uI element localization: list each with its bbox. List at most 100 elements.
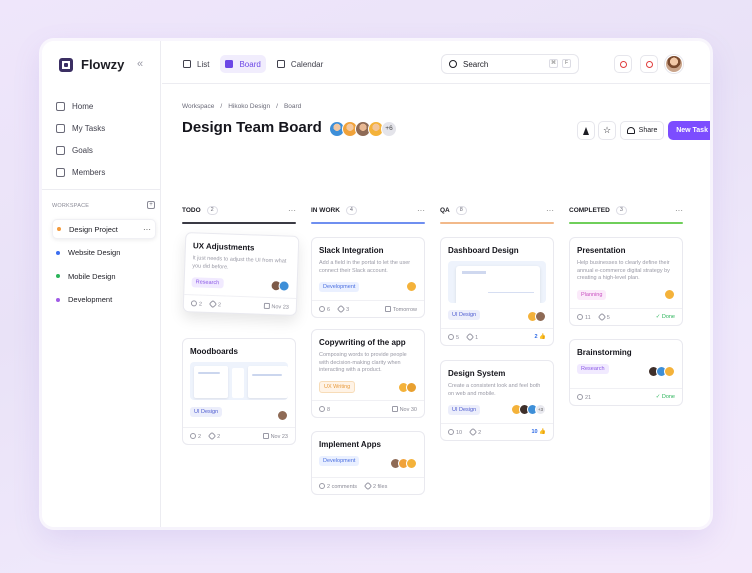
calendar-icon: [262, 432, 269, 439]
check-square-icon: [56, 123, 65, 133]
more-icon[interactable]: ···: [288, 206, 296, 215]
column-title: IN WORK: [311, 206, 340, 214]
chevrons-left-icon[interactable]: «: [137, 58, 143, 70]
sidebar: Flowzy « Home My Tasks Goals Members WOR…: [42, 41, 161, 527]
comment-count: 2 comments: [319, 482, 357, 490]
card-footer: 6 3 Tomorrow: [312, 300, 424, 317]
comment-icon: [577, 313, 583, 320]
sidebar-item-home[interactable]: Home: [56, 95, 156, 117]
link-icon: [208, 299, 218, 308]
project-item-website-design[interactable]: Website Design: [52, 243, 156, 263]
comment-icon: [319, 482, 325, 489]
sidebar-item-label: Members: [72, 167, 106, 177]
task-card-moodboards[interactable]: Moodboards UI Design 2 2 Nov 23: [182, 338, 296, 445]
star-icon: ☆: [602, 125, 612, 135]
tag: Planning: [577, 289, 607, 300]
card-description: Composing words to provide people with d…: [319, 352, 407, 373]
column-accent-line: [311, 222, 425, 224]
more-icon[interactable]: ···: [675, 206, 683, 215]
avatar: [406, 382, 417, 393]
notifications-button[interactable]: [640, 55, 658, 73]
card-title: Implement Apps: [319, 440, 381, 449]
tag: UX Writing: [319, 380, 356, 393]
search-input[interactable]: Search ⌘ F: [441, 54, 579, 74]
sidebar-item-my-tasks[interactable]: My Tasks: [56, 117, 156, 139]
tab-label: Board: [239, 59, 261, 69]
logo[interactable]: Flowzy: [59, 57, 124, 72]
breadcrumb-item[interactable]: Hikoko Design: [228, 103, 270, 110]
tab-list[interactable]: List: [178, 55, 214, 73]
card-footer: 2 comments 2 files: [312, 477, 424, 494]
add-project-icon[interactable]: +: [147, 201, 155, 209]
project-item-mobile-design[interactable]: Mobile Design: [52, 266, 156, 286]
breadcrumb-item[interactable]: Board: [284, 103, 301, 110]
file-count: 2 files: [363, 481, 387, 490]
project-color-dot: [56, 297, 60, 302]
comment-count: 8: [319, 405, 330, 413]
card-footer: 5 1 2 👍: [441, 328, 553, 345]
avatar: [535, 311, 546, 322]
card-assignees: [398, 382, 417, 393]
users-icon: [626, 127, 635, 134]
due-date: Nov 23: [262, 432, 288, 440]
record-button[interactable]: [614, 55, 632, 73]
record-icon: [619, 60, 627, 68]
new-task-button[interactable]: New Task +: [668, 121, 710, 140]
column-header: TODO 2 ···: [182, 203, 296, 217]
card-footer: 8 Nov 30: [312, 400, 424, 417]
avatar: [278, 280, 290, 292]
tag: UI Design: [448, 310, 481, 320]
project-item-design-project[interactable]: Design Project ···: [52, 219, 156, 239]
link-icon: [465, 332, 475, 341]
column-header: QA 8 ···: [440, 203, 554, 217]
task-card-ux-adjustments[interactable]: UX Adjustments It just needs to adjust t…: [182, 232, 300, 316]
automation-button[interactable]: [577, 121, 595, 140]
share-label: Share: [638, 127, 658, 134]
more-icon[interactable]: ···: [417, 206, 425, 215]
like-count[interactable]: 2 👍: [535, 334, 546, 340]
member-avatars[interactable]: +6: [329, 121, 397, 137]
project-item-development[interactable]: Development: [52, 290, 156, 310]
sidebar-item-members[interactable]: Members: [56, 161, 156, 183]
more-icon[interactable]: ···: [546, 206, 554, 215]
task-card-copywriting[interactable]: Copywriting of the app Composing words t…: [311, 329, 425, 418]
app-name: Flowzy: [81, 57, 125, 72]
card-assignees: +3: [511, 404, 546, 415]
share-button[interactable]: Share: [620, 121, 664, 140]
avatar[interactable]: [665, 55, 683, 73]
divider: [42, 189, 161, 190]
link-count: 3: [336, 304, 349, 313]
sidebar-item-goals[interactable]: Goals: [56, 139, 156, 161]
card-title: Presentation: [577, 246, 626, 255]
task-card-implement-apps[interactable]: Implement Apps Development 2 comments 2 …: [311, 431, 425, 495]
tab-board[interactable]: Board: [220, 55, 266, 73]
tab-label: Calendar: [290, 59, 324, 69]
view-tabs: List Board Calendar: [178, 55, 328, 73]
like-count[interactable]: 10 👍: [531, 429, 546, 435]
project-color-dot: [57, 227, 61, 231]
task-card-slack-integration[interactable]: Slack Integration Add a field in the por…: [311, 237, 425, 318]
comment-count: 10: [448, 428, 462, 436]
task-card-presentation[interactable]: Presentation Help businesses to clearly …: [569, 237, 683, 326]
avatar: [664, 366, 675, 377]
column-count: 3: [615, 205, 627, 215]
card-thumbnail: [190, 362, 288, 400]
comment-icon: [319, 305, 325, 312]
column-count: 4: [345, 205, 357, 215]
breadcrumb-item[interactable]: Workspace: [182, 103, 214, 110]
card-description: It just needs to adjust the UI from what…: [192, 255, 287, 271]
tab-calendar[interactable]: Calendar: [272, 55, 328, 73]
column-title: TODO: [182, 206, 201, 214]
more-icon[interactable]: ···: [143, 225, 151, 234]
card-assignees: [648, 366, 675, 377]
search-label: Search: [463, 59, 489, 69]
page-title: Design Team Board: [182, 119, 322, 136]
thumbs-up-icon: 👍: [539, 334, 546, 340]
task-card-design-system[interactable]: Design System Create a consistent look a…: [440, 360, 554, 441]
breadcrumb: Workspace / Hikoko Design / Board: [182, 103, 302, 110]
favorite-button[interactable]: ☆: [598, 121, 616, 140]
sidebar-item-label: Home: [72, 101, 94, 111]
task-card-dashboard-design[interactable]: Dashboard Design UI Design 5 1 2 👍: [440, 237, 554, 346]
tag: Development: [319, 282, 360, 292]
task-card-brainstorming[interactable]: Brainstorming Research 21 ✓ Done: [569, 339, 683, 406]
